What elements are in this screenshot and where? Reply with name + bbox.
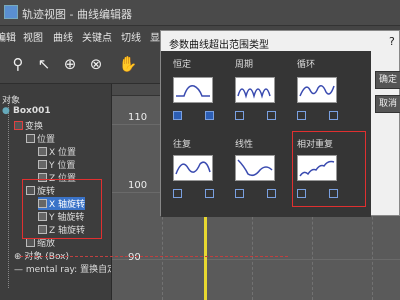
tree-item-x-position[interactable]: X 位置 (38, 145, 76, 158)
ping-pong-curve-icon[interactable] (173, 155, 213, 181)
option-label-cycle: 周期 (235, 60, 254, 70)
constant-curve-icon[interactable] (173, 77, 213, 103)
dialog-title: 参数曲线超出范围类型 (169, 40, 269, 51)
app-icon (4, 5, 18, 19)
menu-tangents[interactable]: 切线 (121, 29, 141, 44)
slide-keys-icon[interactable]: ⊕ (60, 54, 80, 74)
option-label-linear: 线性 (235, 140, 254, 150)
menu-edit[interactable]: 编辑 (0, 29, 16, 44)
option-label-loop: 循环 (297, 60, 316, 70)
menu-view[interactable]: 视图 (23, 29, 43, 44)
scale-keys-icon[interactable]: ⊗ (86, 54, 106, 74)
move-keys-icon[interactable]: ↖ (34, 54, 54, 74)
loop-out-button[interactable] (329, 111, 338, 120)
tree-item-transform[interactable]: 变换 (14, 119, 43, 132)
linear-out-button[interactable] (267, 189, 276, 198)
relative-repeat-highlight-box (292, 131, 366, 207)
pan-hand-icon[interactable]: ✋ (118, 54, 138, 74)
tree-item-y-position[interactable]: Y 位置 (38, 158, 75, 171)
controller-tree: 对象 ● Box001 变换 位置 X 位置 Y 位置 Z 位置 旋转 X 轴旋… (0, 84, 112, 300)
tree-item-position[interactable]: 位置 (26, 132, 55, 145)
ping-pong-in-button[interactable] (173, 189, 182, 198)
menu-curves[interactable]: 曲线 (53, 29, 73, 44)
y-tick-label: 110 (128, 112, 148, 123)
tree-item-mental-ray[interactable]: — mental ray: 置换自定义 (14, 262, 111, 275)
transform-icon (14, 121, 23, 130)
grid-hline (112, 259, 400, 260)
help-icon[interactable]: ? (389, 35, 395, 48)
tree-item-objects[interactable]: 对象 (2, 93, 20, 106)
linear-curve-icon[interactable] (235, 155, 275, 181)
y-tick-label: 90 (128, 252, 141, 263)
rotation-highlight-box (22, 179, 102, 239)
cycle-out-button[interactable] (267, 111, 276, 120)
x-position-icon (38, 147, 47, 156)
cancel-button[interactable]: 取消 (375, 95, 400, 113)
option-label-ping-pong: 往复 (173, 140, 192, 150)
curve-line (20, 256, 288, 257)
title-bar: 轨迹视图 - 曲线编辑器 (0, 0, 400, 26)
scale-icon (26, 238, 35, 247)
option-label-constant: 恒定 (173, 60, 192, 70)
linear-in-button[interactable] (235, 189, 244, 198)
filter-icon[interactable]: ⚲ (8, 54, 28, 74)
loop-in-button[interactable] (297, 111, 306, 120)
position-icon (26, 134, 35, 143)
tree-item-box001[interactable]: ● Box001 (2, 106, 51, 119)
menu-keys[interactable]: 关键点 (82, 29, 112, 44)
cycle-curve-icon[interactable] (235, 77, 275, 103)
tree-connector (8, 98, 9, 288)
y-tick-label: 100 (128, 180, 148, 191)
out-of-range-dialog: 参数曲线超出范围类型 ? 恒定 周期 循环 往复 线性 相对重复 确定 取消 (160, 30, 400, 217)
loop-curve-icon[interactable] (297, 77, 337, 103)
ping-pong-out-button[interactable] (205, 189, 214, 198)
constant-out-button[interactable] (205, 111, 214, 120)
y-position-icon (38, 160, 47, 169)
window-title: 轨迹视图 - 曲线编辑器 (22, 8, 132, 21)
constant-in-button[interactable] (173, 111, 182, 120)
ok-button[interactable]: 确定 (375, 71, 400, 89)
cycle-in-button[interactable] (235, 111, 244, 120)
